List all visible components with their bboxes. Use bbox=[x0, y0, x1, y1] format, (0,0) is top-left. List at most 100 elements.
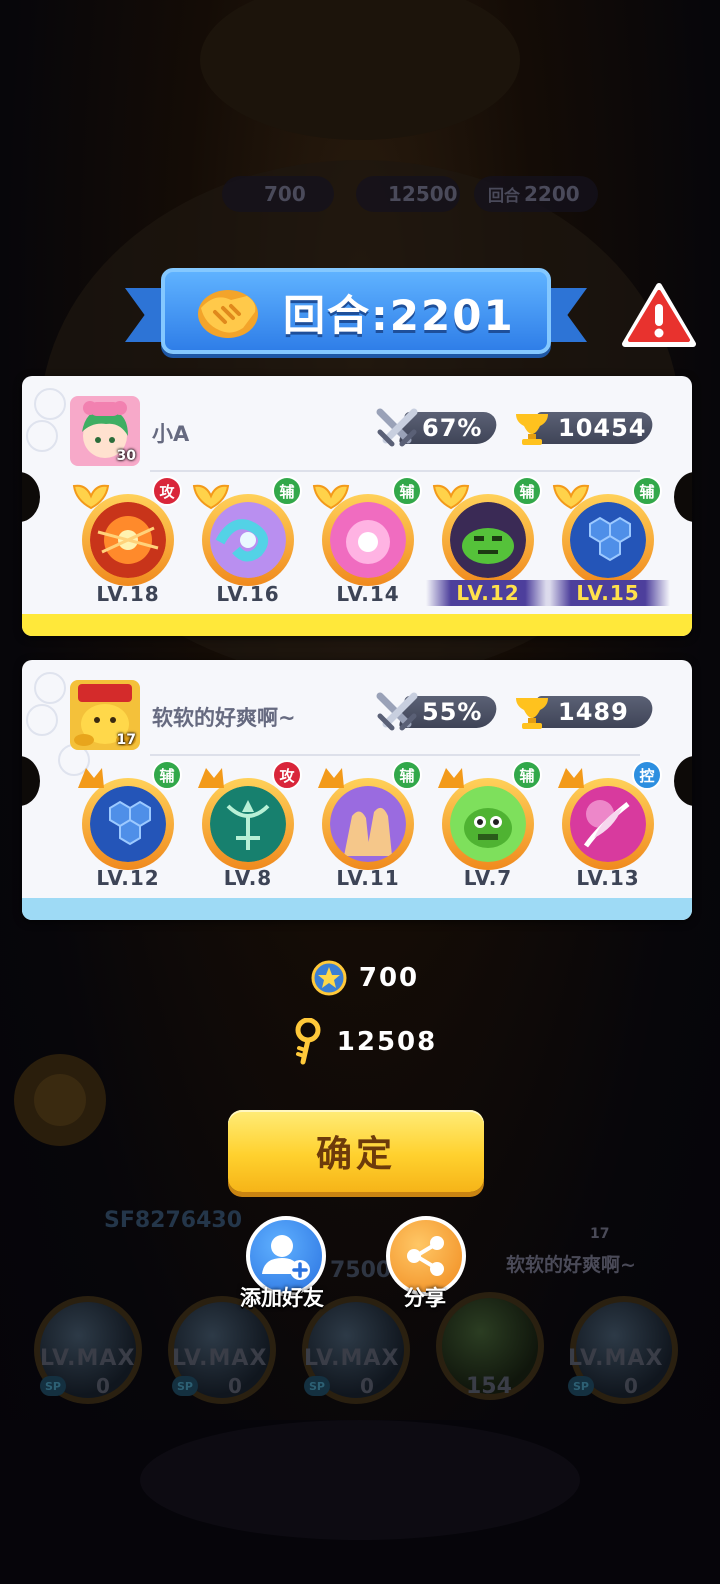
player-name: 软软的好爽啊~ bbox=[152, 706, 296, 730]
hero-slot[interactable]: 辅 LV.12 bbox=[426, 476, 550, 606]
card-bottom-band bbox=[22, 614, 692, 636]
hero-slot[interactable]: 攻 LV.18 bbox=[72, 476, 184, 606]
hero-role-badge: 辅 bbox=[152, 760, 182, 790]
trophies: 10454 bbox=[558, 414, 647, 442]
butterfly-wing-icon bbox=[558, 768, 584, 788]
fire-orb-icon bbox=[90, 502, 166, 578]
card-divider bbox=[150, 470, 640, 472]
card-deco bbox=[26, 704, 58, 736]
card-notch bbox=[674, 472, 692, 522]
round-title-banner: 回合:2201 bbox=[125, 268, 587, 358]
butterfly-wing-icon bbox=[78, 768, 104, 788]
bg-sp-badge: SP bbox=[40, 1376, 66, 1396]
hero-role-badge: 攻 bbox=[272, 760, 302, 790]
share-label: 分享 bbox=[404, 1286, 446, 1310]
bg-sp-value: 0 bbox=[360, 1374, 374, 1398]
hex-orb-icon bbox=[90, 786, 166, 862]
trophy-icon bbox=[516, 414, 548, 445]
hero-slot[interactable]: 控 LV.13 bbox=[554, 760, 664, 890]
hero-level: LV.12 bbox=[96, 866, 160, 890]
key-icon bbox=[295, 1018, 321, 1065]
hero-role-badge: 辅 bbox=[392, 760, 422, 790]
bg-opponent-level: 17 bbox=[590, 1226, 610, 1242]
bg-hud-keys: 12500 bbox=[356, 176, 460, 212]
win-rate: 55% bbox=[422, 698, 483, 726]
crossed-swords-icon bbox=[376, 408, 418, 447]
card-bottom-band bbox=[22, 898, 692, 920]
key-reward: 12508 bbox=[0, 1018, 720, 1066]
round-title: 回合:2201 bbox=[283, 291, 515, 340]
crossed-swords-icon bbox=[376, 692, 418, 731]
hero-role-badge: 辅 bbox=[632, 476, 662, 506]
star-reward: 700 bbox=[0, 960, 720, 996]
pink-orb-icon bbox=[330, 502, 406, 578]
hero-level: LV.7 bbox=[463, 866, 513, 890]
butterfly-wing-icon bbox=[198, 768, 224, 788]
bg-sp-badge: SP bbox=[304, 1376, 330, 1396]
bg-level-label: LV.MAX bbox=[568, 1346, 664, 1371]
star-coin-icon bbox=[311, 960, 347, 996]
hero-slot[interactable]: 辅 LV.12 bbox=[74, 760, 184, 890]
hero-level: LV.16 bbox=[216, 582, 280, 606]
bg-sp-value: 0 bbox=[96, 1374, 110, 1398]
hero-level: LV.11 bbox=[336, 866, 400, 890]
hero-slot[interactable]: 辅 LV.11 bbox=[314, 760, 424, 890]
butterfly-wing-icon bbox=[432, 484, 470, 510]
player-card-1: 30 小A 67% 10454 攻 LV.18 辅 LV.16 辅 LV.14 辅 LV.12… bbox=[22, 376, 692, 636]
hero-level: LV.15 bbox=[546, 580, 670, 606]
bg-center-count: 154 bbox=[466, 1374, 512, 1399]
hero-role-badge: 攻 bbox=[152, 476, 182, 506]
player-avatar[interactable]: 30 bbox=[70, 396, 140, 466]
player-avatar[interactable]: 17 bbox=[70, 680, 140, 750]
player-name: 小A bbox=[152, 422, 190, 446]
wave-orb-icon bbox=[210, 502, 286, 578]
bg-level-label: LV.MAX bbox=[172, 1346, 268, 1371]
handshake-icon bbox=[198, 290, 258, 338]
trophies: 1489 bbox=[558, 698, 629, 726]
card-deco bbox=[34, 388, 66, 420]
hero-level: LV.12 bbox=[426, 580, 550, 606]
bg-sp-badge: SP bbox=[568, 1376, 594, 1396]
confirm-button[interactable]: 确定 bbox=[228, 1110, 484, 1192]
hero-slot[interactable]: 攻 LV.8 bbox=[194, 760, 304, 890]
butterfly-wing-icon bbox=[318, 768, 344, 788]
hero-role-badge: 辅 bbox=[512, 760, 542, 790]
card-divider bbox=[150, 754, 640, 756]
bg-sp-value: 0 bbox=[228, 1374, 242, 1398]
card-deco bbox=[34, 672, 66, 704]
bg-level-label: LV.MAX bbox=[304, 1346, 400, 1371]
star-reward-value: 700 bbox=[358, 963, 420, 993]
hero-slot[interactable]: 辅 LV.14 bbox=[312, 476, 424, 606]
bg-sp-value: 0 bbox=[624, 1374, 638, 1398]
card-notch bbox=[674, 756, 692, 806]
key-reward-value: 12508 bbox=[336, 1027, 438, 1057]
bg-level-label: LV.MAX bbox=[40, 1346, 136, 1371]
hero-slot[interactable]: 辅 LV.7 bbox=[434, 760, 544, 890]
bow-orb-icon bbox=[210, 786, 286, 862]
player-card-2: 17 软软的好爽啊~ 55% 1489 辅 LV.12 攻 LV.8 辅 LV.11 辅 LV… bbox=[22, 660, 692, 920]
hex-orb-icon bbox=[570, 502, 646, 578]
feather-orb-icon bbox=[570, 786, 646, 862]
bg-hud-stars: 700 bbox=[222, 176, 334, 212]
hero-level: LV.13 bbox=[576, 866, 640, 890]
shadow-orb-icon bbox=[330, 786, 406, 862]
card-notch bbox=[22, 472, 40, 522]
player-level: 30 bbox=[116, 448, 136, 464]
butterfly-wing-icon bbox=[312, 484, 350, 510]
bg-score-id: SF8276430 bbox=[104, 1208, 243, 1233]
hero-level: LV.14 bbox=[336, 582, 400, 606]
trophy-icon bbox=[516, 698, 548, 729]
butterfly-wing-icon bbox=[438, 768, 464, 788]
butterfly-wing-icon bbox=[552, 484, 590, 510]
hero-slot[interactable]: 辅 LV.16 bbox=[192, 476, 304, 606]
slime-orb-icon bbox=[450, 502, 526, 578]
goblin-orb-icon bbox=[450, 786, 526, 862]
player-level: 17 bbox=[116, 732, 136, 748]
hero-slot[interactable]: 辅 LV.15 bbox=[546, 476, 670, 606]
win-rate: 67% bbox=[422, 414, 483, 442]
card-deco bbox=[26, 420, 58, 452]
butterfly-wing-icon bbox=[72, 484, 110, 510]
warning-icon[interactable] bbox=[622, 282, 696, 348]
hero-role-badge: 辅 bbox=[392, 476, 422, 506]
hero-level: LV.18 bbox=[96, 582, 160, 606]
